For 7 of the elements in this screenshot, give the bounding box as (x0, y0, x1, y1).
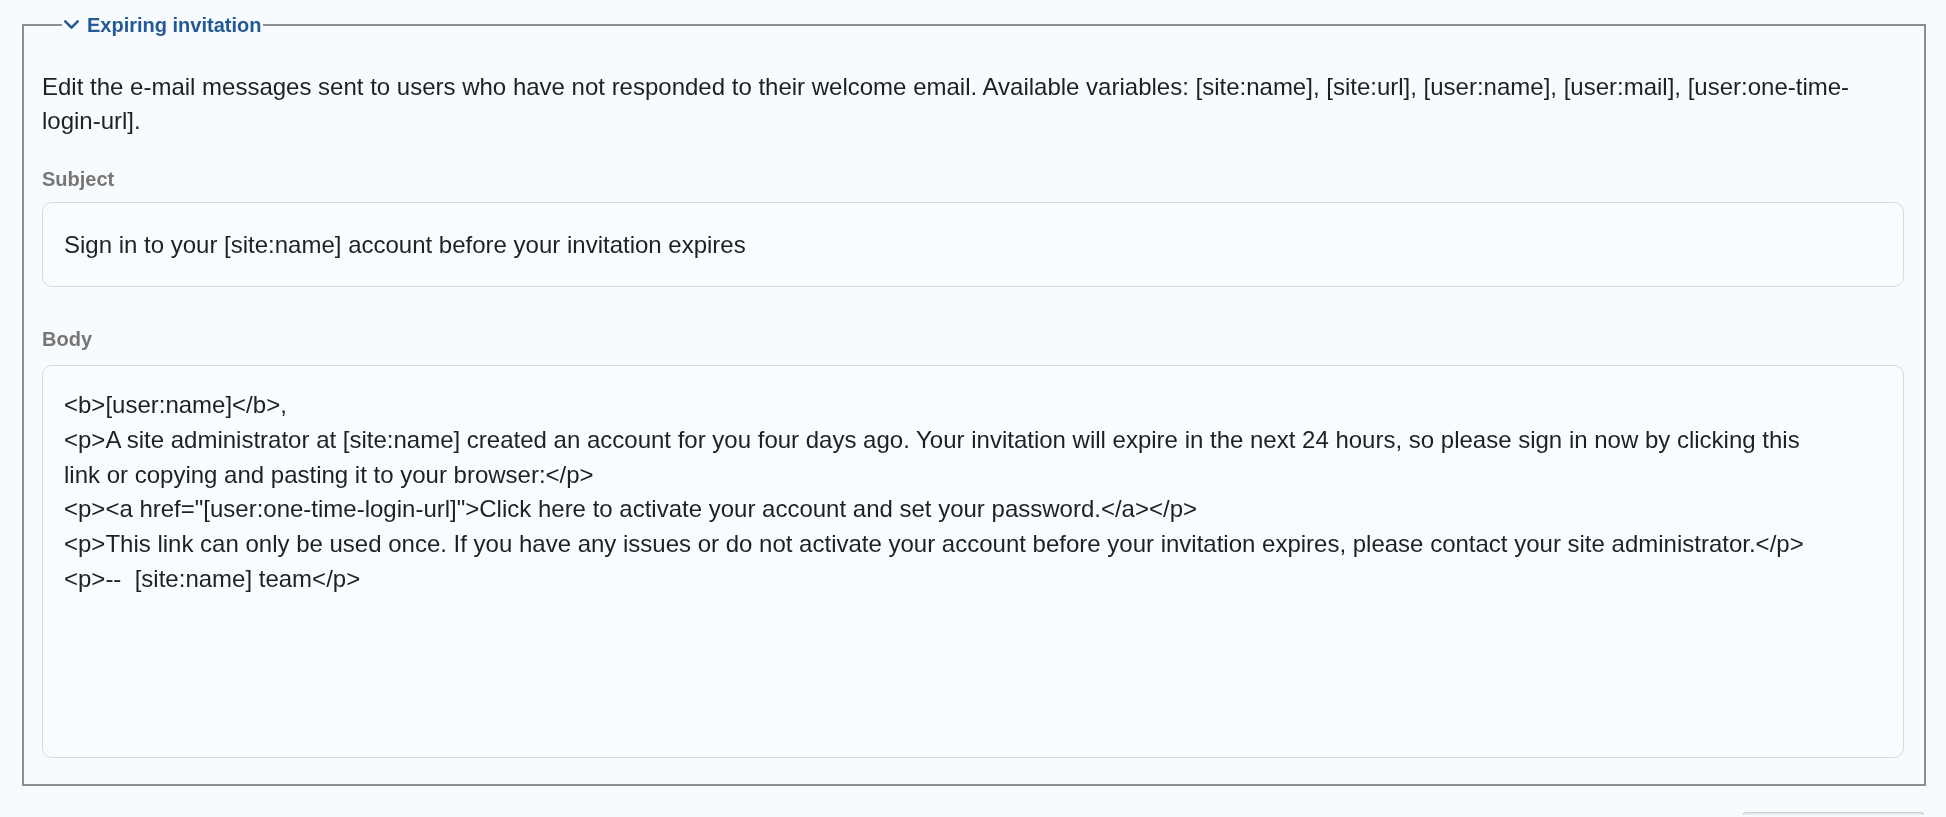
field-label: Subject (42, 167, 115, 191)
partial-button[interactable] (1743, 812, 1924, 815)
text-area[interactable]: <b>[user:name]</b>, <p>A site administrator at [site:name] created an account for you four days ago. Your invitation will expire in the next 24 hours, so please sign in now by clicking this link or copying and pasting it to your browser:</p> <p><a href="[user:one-time-login-url]">Click here to activate your account and set your password.</a></p> <p>This link can only be used once. If you have any issues or do not activate your account before your invitation expires, please contact your site administrator.</p> <p>-- [site:name] team</p> (42, 365, 1904, 758)
section-toggle[interactable]: Expiring invitation (64, 13, 262, 37)
field-label: Body (42, 327, 92, 351)
text-input[interactable]: Sign in to your [site:name] account before your invitation expires (42, 202, 1904, 287)
description-text: Edit the e-mail messages sent to users who have not responded to their welcome email. Available variables: [site:name], [site:url], [user:name], [user:mail], [user:one-time-login-url]. (42, 72, 1851, 136)
